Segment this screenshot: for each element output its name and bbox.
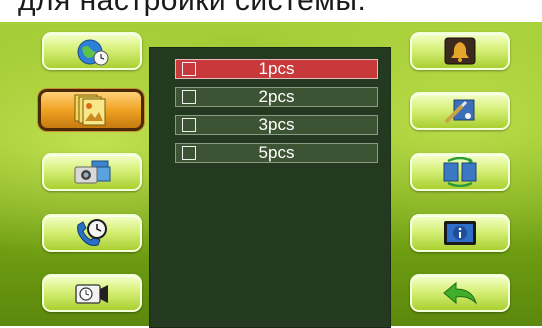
bell-icon — [444, 37, 476, 65]
photo-stack-button[interactable] — [38, 89, 144, 131]
camera-timer-icon — [75, 284, 108, 304]
display-settings-icon — [444, 99, 475, 124]
option-label: 2pcs — [258, 87, 295, 106]
info-button[interactable] — [410, 214, 510, 252]
back-button[interactable] — [410, 274, 510, 312]
option-3pcs[interactable]: 3pcs — [175, 115, 378, 135]
back-arrow-icon — [443, 281, 478, 305]
globe-clock-icon — [77, 39, 109, 66]
option-label: 1pcs — [258, 59, 295, 78]
header-strip: для настройки системы. — [0, 0, 542, 22]
camera-photos-icon — [74, 160, 111, 184]
phone-clock-icon — [77, 219, 107, 246]
display-settings-button[interactable] — [410, 92, 510, 130]
globe-clock-button[interactable] — [42, 32, 142, 70]
option-label: 3pcs — [258, 115, 295, 134]
camera-timer-button[interactable] — [42, 274, 142, 312]
option-2pcs[interactable]: 2pcs — [175, 87, 378, 107]
info-icon — [444, 221, 476, 245]
option-1pcs[interactable]: 1pcs — [175, 59, 378, 79]
camera-photos-button[interactable] — [42, 153, 142, 191]
settings-screen: 1pcs 2pcs 3pcs 5pcs — [0, 22, 542, 328]
transfer-3d-button[interactable] — [410, 153, 510, 191]
bell-button[interactable] — [410, 32, 510, 70]
phone-clock-button[interactable] — [42, 214, 142, 252]
option-5pcs[interactable]: 5pcs — [175, 143, 378, 163]
header-text: для настройки системы. — [18, 0, 367, 17]
transfer-3d-icon — [443, 157, 477, 187]
option-label: 5pcs — [258, 143, 295, 162]
photo-stack-icon — [74, 94, 106, 126]
options-panel: 1pcs 2pcs 3pcs 5pcs — [149, 47, 391, 328]
